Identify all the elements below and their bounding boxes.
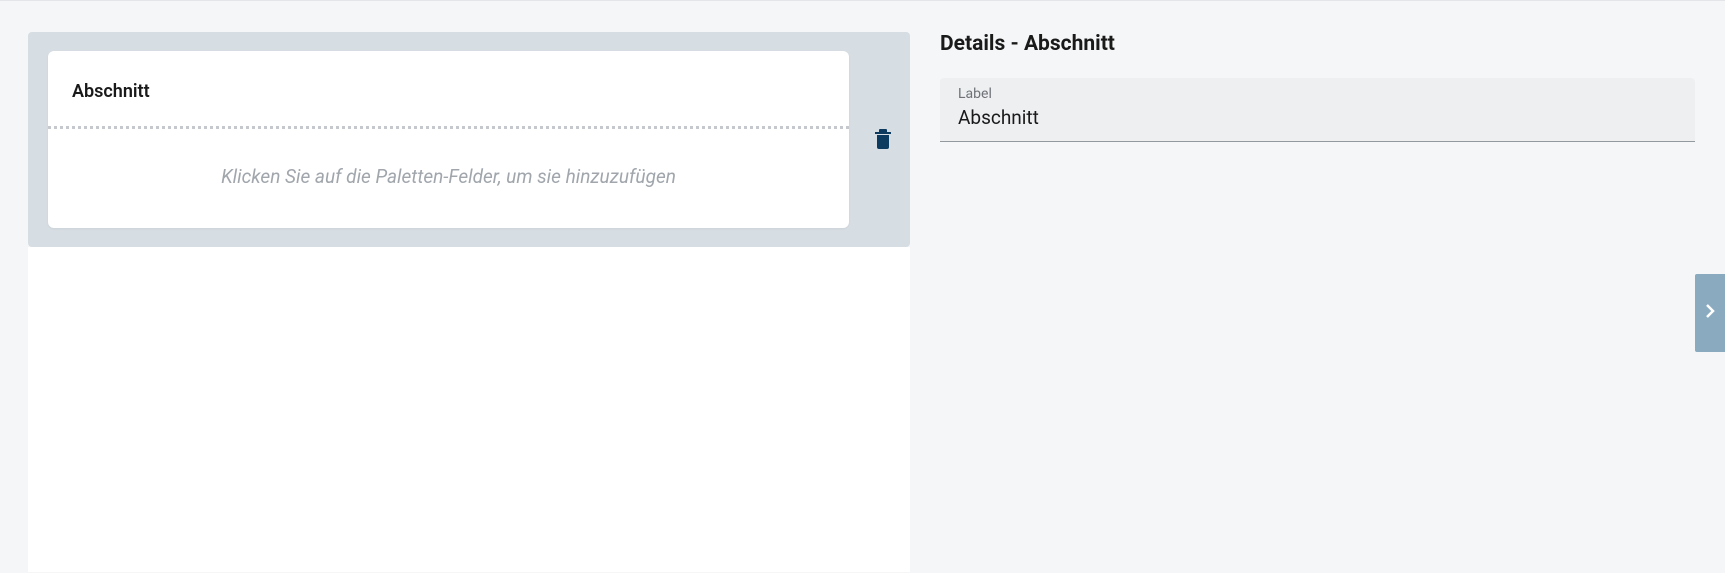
label-field-label: Label	[958, 86, 1677, 102]
label-field-input[interactable]	[958, 104, 1677, 131]
trash-icon	[874, 127, 892, 152]
details-panel: Details - Abschnitt Label	[910, 2, 1725, 573]
canvas-panel: Abschnitt Klicken Sie auf die Paletten-F…	[0, 2, 910, 573]
section-wrapper[interactable]: Abschnitt Klicken Sie auf die Paletten-F…	[28, 32, 910, 247]
label-field-wrapper[interactable]: Label	[940, 78, 1695, 142]
section-card[interactable]: Abschnitt Klicken Sie auf die Paletten-F…	[48, 51, 849, 228]
section-title: Abschnitt	[72, 81, 825, 102]
section-header: Abschnitt	[48, 51, 849, 126]
details-title: Details - Abschnitt	[940, 32, 1695, 56]
section-body[interactable]: Klicken Sie auf die Paletten-Felder, um …	[48, 129, 849, 228]
expand-side-tab[interactable]	[1695, 274, 1725, 352]
chevron-right-icon	[1705, 303, 1715, 323]
canvas-blank-area	[28, 247, 910, 572]
delete-section-button[interactable]	[864, 117, 910, 162]
placeholder-text: Klicken Sie auf die Paletten-Felder, um …	[221, 165, 676, 188]
